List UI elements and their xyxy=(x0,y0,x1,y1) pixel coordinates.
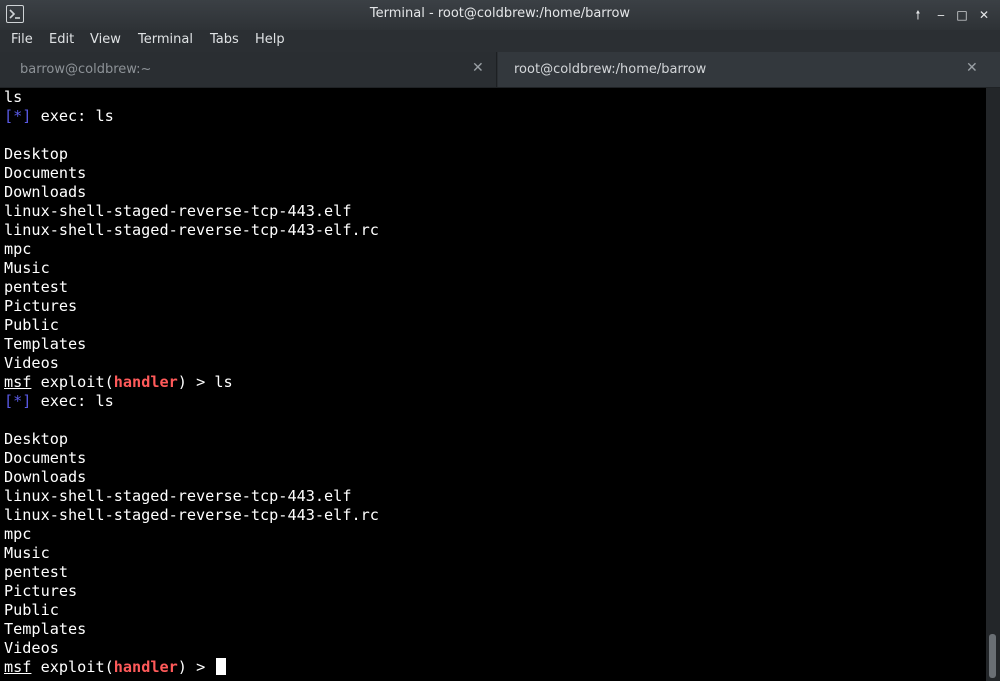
tab-root-home-barrow[interactable]: root@coldbrew:/home/barrow ✕ xyxy=(498,52,1000,87)
terminal-line: mpc xyxy=(4,240,32,258)
terminal-line: linux-shell-staged-reverse-tcp-443.elf xyxy=(4,487,352,505)
terminal-line: Public xyxy=(4,601,59,619)
terminal-line: Music xyxy=(4,259,50,277)
close-icon: ✕ xyxy=(978,8,990,22)
prompt-suffix: > xyxy=(196,658,215,676)
terminal-line: Templates xyxy=(4,335,87,353)
prompt-suffix: > xyxy=(196,373,215,391)
maximize-icon: □ xyxy=(956,8,968,22)
terminal-output[interactable]: ls [*] exec: ls Desktop Documents Downloads l… xyxy=(0,88,1000,681)
terminal-line: linux-shell-staged-reverse-tcp-443.elf xyxy=(4,202,352,220)
prompt-command: exploit xyxy=(40,373,105,391)
prompt-input: ls xyxy=(214,373,233,391)
info-tag: [*] xyxy=(4,392,32,410)
terminal-line: Desktop xyxy=(4,145,69,163)
terminal-cursor xyxy=(216,658,227,675)
terminal-line: linux-shell-staged-reverse-tcp-443-elf.r… xyxy=(4,221,379,239)
window-title: Terminal - root@coldbrew:/home/barrow xyxy=(369,6,631,21)
terminal-line: Videos xyxy=(4,354,59,372)
menu-terminal[interactable]: Terminal xyxy=(138,32,193,47)
menu-tabs[interactable]: Tabs xyxy=(210,32,239,47)
terminal-line: pentest xyxy=(4,563,69,581)
terminal-line: msf exploit(handler) > xyxy=(4,658,379,677)
menu-edit[interactable]: Edit xyxy=(49,32,74,47)
terminal-scrollbar[interactable] xyxy=(986,88,1000,681)
terminal-line: Pictures xyxy=(4,582,78,600)
menu-help[interactable]: Help xyxy=(255,32,285,47)
info-tag: [*] xyxy=(4,107,32,125)
terminal-line: mpc xyxy=(4,525,32,543)
terminal-line: linux-shell-staged-reverse-tcp-443-elf.r… xyxy=(4,506,379,524)
minimize-window-button[interactable]: ‒ xyxy=(932,6,950,24)
close-icon[interactable]: ✕ xyxy=(472,60,484,76)
prompt-module: handler xyxy=(113,658,178,676)
terminal-line: pentest xyxy=(4,278,69,296)
terminal-line: Desktop xyxy=(4,430,69,448)
terminal-line: Documents xyxy=(4,164,87,182)
terminal-line: ls xyxy=(4,88,23,106)
arrow-up-icon: 🠕 xyxy=(915,8,921,22)
terminal-line: Downloads xyxy=(4,183,87,201)
menu-file[interactable]: File xyxy=(11,32,33,47)
scrollbar-thumb[interactable] xyxy=(989,634,996,678)
terminal-line: Public xyxy=(4,316,59,334)
minimize-icon: ‒ xyxy=(937,8,945,22)
tab-label: root@coldbrew:/home/barrow xyxy=(514,62,707,77)
prompt-command: exploit xyxy=(40,658,105,676)
raise-window-button[interactable]: 🠕 xyxy=(909,6,927,24)
prompt-prefix: msf xyxy=(4,658,32,676)
close-icon[interactable]: ✕ xyxy=(966,60,978,76)
terminal-line: [*] exec: ls xyxy=(4,392,379,411)
tab-barrow-home[interactable]: barrow@coldbrew:~ ✕ xyxy=(0,52,497,87)
tab-label: barrow@coldbrew:~ xyxy=(20,62,152,77)
terminal-line: Downloads xyxy=(4,468,87,486)
info-text: exec: ls xyxy=(31,392,114,410)
close-window-button[interactable]: ✕ xyxy=(975,6,993,24)
prompt-module: handler xyxy=(113,373,178,391)
menu-view[interactable]: View xyxy=(90,32,121,47)
terminal-line: Documents xyxy=(4,449,87,467)
terminal-line: Music xyxy=(4,544,50,562)
terminal-line: Templates xyxy=(4,620,87,638)
menu-bar: File Edit View Terminal Tabs Help xyxy=(0,30,1000,52)
terminal-line: Pictures xyxy=(4,297,78,315)
prompt-prefix: msf xyxy=(4,373,32,391)
maximize-window-button[interactable]: □ xyxy=(953,6,971,24)
terminal-line: Videos xyxy=(4,639,59,657)
info-text: exec: ls xyxy=(31,107,114,125)
terminal-line: [*] exec: ls xyxy=(4,107,379,126)
terminal-lines: ls [*] exec: ls Desktop Documents Downloads l… xyxy=(4,88,379,677)
tab-bar: barrow@coldbrew:~ ✕ root@coldbrew:/home/… xyxy=(0,52,1000,88)
terminal-line: msf exploit(handler) > ls xyxy=(4,373,233,391)
window-titlebar[interactable]: Terminal - root@coldbrew:/home/barrow 🠕 … xyxy=(0,0,1000,30)
